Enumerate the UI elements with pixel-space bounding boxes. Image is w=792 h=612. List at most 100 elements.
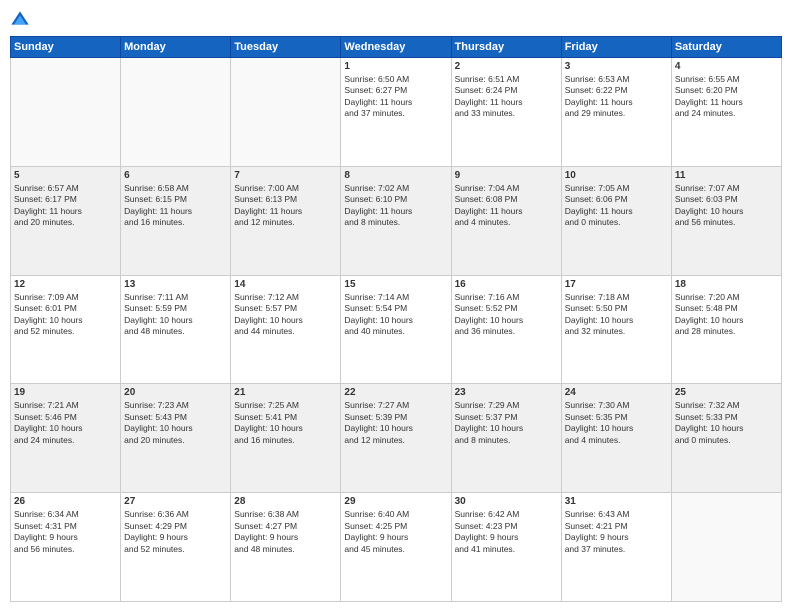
- day-number: 24: [565, 387, 668, 398]
- day-cell: 30Sunrise: 6:42 AM Sunset: 4:23 PM Dayli…: [451, 493, 561, 602]
- calendar-page: SundayMondayTuesdayWednesdayThursdayFrid…: [0, 0, 792, 612]
- day-number: 29: [344, 496, 447, 507]
- day-cell: 11Sunrise: 7:07 AM Sunset: 6:03 PM Dayli…: [671, 166, 781, 275]
- day-header-monday: Monday: [121, 37, 231, 58]
- day-number: 16: [455, 279, 558, 290]
- day-header-wednesday: Wednesday: [341, 37, 451, 58]
- day-number: 22: [344, 387, 447, 398]
- day-cell: 27 Sunrise: 6:36 AM Sunset: 4:29 PM Dayli…: [121, 493, 231, 602]
- day-info: Sunrise: 7:27 AM Sunset: 5:39 PM Dayligh…: [344, 400, 447, 446]
- day-header-thursday: Thursday: [451, 37, 561, 58]
- day-number: 17: [565, 279, 668, 290]
- day-number: 15: [344, 279, 447, 290]
- week-row-4: 19 Sunrise: 7:21 AM Sunset: 5:46 PM Dayli…: [11, 384, 782, 493]
- day-info: Sunrise: 7:29 AM Sunset: 5:37 PM Dayligh…: [455, 400, 558, 446]
- day-number: 11: [675, 170, 778, 181]
- day-number: 3: [565, 61, 668, 72]
- day-info: Sunrise: 6:57 AM Sunset: 6:17 PM Dayligh…: [14, 183, 117, 229]
- day-number: 6: [124, 170, 227, 181]
- day-number: 21: [234, 387, 337, 398]
- day-cell: 16 Sunrise: 7:16 AM Sunset: 5:52 PM Dayli…: [451, 275, 561, 384]
- day-info: Sunrise: 6:40 AM Sunset: 4:25 PM Dayligh…: [344, 509, 447, 555]
- day-cell: 12 Sunrise: 7:09 AM Sunset: 6:01 PM Dayli…: [11, 275, 121, 384]
- day-info: Sunrise: 7:09 AM Sunset: 6:01 PM Dayligh…: [14, 292, 117, 338]
- day-info: Sunrise: 7:04 AM Sunset: 6:08 PM Dayligh…: [455, 183, 558, 229]
- day-info: Sunrise: 7:23 AM Sunset: 5:43 PM Dayligh…: [124, 400, 227, 446]
- week-row-1: 1 Sunrise: 6:50 AM Sunset: 6:27 PM Daylig…: [11, 58, 782, 167]
- day-header-tuesday: Tuesday: [231, 37, 341, 58]
- day-cell: 1 Sunrise: 6:50 AM Sunset: 6:27 PM Daylig…: [341, 58, 451, 167]
- day-number: 12: [14, 279, 117, 290]
- day-info: Sunrise: 7:21 AM Sunset: 5:46 PM Dayligh…: [14, 400, 117, 446]
- day-info: Sunrise: 7:25 AM Sunset: 5:41 PM Dayligh…: [234, 400, 337, 446]
- day-info: Sunrise: 6:58 AM Sunset: 6:15 PM Dayligh…: [124, 183, 227, 229]
- day-number: 20: [124, 387, 227, 398]
- day-cell: 7Sunrise: 7:00 AM Sunset: 6:13 PM Daylig…: [231, 166, 341, 275]
- day-number: 28: [234, 496, 337, 507]
- day-info: Sunrise: 6:50 AM Sunset: 6:27 PM Dayligh…: [344, 74, 447, 120]
- day-cell: 25 Sunrise: 7:32 AM Sunset: 5:33 PM Dayli…: [671, 384, 781, 493]
- day-number: 31: [565, 496, 668, 507]
- day-cell: 14 Sunrise: 7:12 AM Sunset: 5:57 PM Dayli…: [231, 275, 341, 384]
- day-info: Sunrise: 7:32 AM Sunset: 5:33 PM Dayligh…: [675, 400, 778, 446]
- day-info: Sunrise: 7:02 AM Sunset: 6:10 PM Dayligh…: [344, 183, 447, 229]
- day-cell: 8 Sunrise: 7:02 AM Sunset: 6:10 PM Daylig…: [341, 166, 451, 275]
- day-info: Sunrise: 6:42 AM Sunset: 4:23 PM Dayligh…: [455, 509, 558, 555]
- day-info: Sunrise: 6:51 AM Sunset: 6:24 PM Dayligh…: [455, 74, 558, 120]
- day-number: 27: [124, 496, 227, 507]
- day-number: 8: [344, 170, 447, 181]
- day-cell: 22 Sunrise: 7:27 AM Sunset: 5:39 PM Dayli…: [341, 384, 451, 493]
- day-cell: 28Sunrise: 6:38 AM Sunset: 4:27 PM Dayli…: [231, 493, 341, 602]
- day-info: Sunrise: 6:34 AM Sunset: 4:31 PM Dayligh…: [14, 509, 117, 555]
- day-info: Sunrise: 7:30 AM Sunset: 5:35 PM Dayligh…: [565, 400, 668, 446]
- day-number: 13: [124, 279, 227, 290]
- day-cell: 3 Sunrise: 6:53 AM Sunset: 6:22 PM Daylig…: [561, 58, 671, 167]
- day-cell: 24 Sunrise: 7:30 AM Sunset: 5:35 PM Dayli…: [561, 384, 671, 493]
- day-number: 2: [455, 61, 558, 72]
- day-cell: 5 Sunrise: 6:57 AM Sunset: 6:17 PM Daylig…: [11, 166, 121, 275]
- week-row-2: 5 Sunrise: 6:57 AM Sunset: 6:17 PM Daylig…: [11, 166, 782, 275]
- day-info: Sunrise: 7:12 AM Sunset: 5:57 PM Dayligh…: [234, 292, 337, 338]
- week-row-3: 12 Sunrise: 7:09 AM Sunset: 6:01 PM Dayli…: [11, 275, 782, 384]
- day-number: 9: [455, 170, 558, 181]
- day-cell: 10Sunrise: 7:05 AM Sunset: 6:06 PM Dayli…: [561, 166, 671, 275]
- day-cell: 18Sunrise: 7:20 AM Sunset: 5:48 PM Dayli…: [671, 275, 781, 384]
- logo-icon: [10, 10, 30, 30]
- day-cell: [231, 58, 341, 167]
- day-cell: 23Sunrise: 7:29 AM Sunset: 5:37 PM Dayli…: [451, 384, 561, 493]
- day-number: 4: [675, 61, 778, 72]
- day-cell: 21 Sunrise: 7:25 AM Sunset: 5:41 PM Dayli…: [231, 384, 341, 493]
- header: [10, 10, 782, 30]
- day-info: Sunrise: 6:43 AM Sunset: 4:21 PM Dayligh…: [565, 509, 668, 555]
- calendar-table: SundayMondayTuesdayWednesdayThursdayFrid…: [10, 36, 782, 602]
- day-number: 14: [234, 279, 337, 290]
- day-info: Sunrise: 7:16 AM Sunset: 5:52 PM Dayligh…: [455, 292, 558, 338]
- day-cell: 15Sunrise: 7:14 AM Sunset: 5:54 PM Dayli…: [341, 275, 451, 384]
- day-info: Sunrise: 7:11 AM Sunset: 5:59 PM Dayligh…: [124, 292, 227, 338]
- day-number: 26: [14, 496, 117, 507]
- day-cell: [671, 493, 781, 602]
- day-header-saturday: Saturday: [671, 37, 781, 58]
- day-number: 18: [675, 279, 778, 290]
- day-cell: 13 Sunrise: 7:11 AM Sunset: 5:59 PM Dayli…: [121, 275, 231, 384]
- day-cell: 29 Sunrise: 6:40 AM Sunset: 4:25 PM Dayli…: [341, 493, 451, 602]
- day-number: 5: [14, 170, 117, 181]
- day-info: Sunrise: 7:18 AM Sunset: 5:50 PM Dayligh…: [565, 292, 668, 338]
- day-number: 19: [14, 387, 117, 398]
- day-cell: 6 Sunrise: 6:58 AM Sunset: 6:15 PM Daylig…: [121, 166, 231, 275]
- header-row: SundayMondayTuesdayWednesdayThursdayFrid…: [11, 37, 782, 58]
- week-row-5: 26 Sunrise: 6:34 AM Sunset: 4:31 PM Dayli…: [11, 493, 782, 602]
- day-number: 25: [675, 387, 778, 398]
- day-info: Sunrise: 6:53 AM Sunset: 6:22 PM Dayligh…: [565, 74, 668, 120]
- day-cell: 31 Sunrise: 6:43 AM Sunset: 4:21 PM Dayli…: [561, 493, 671, 602]
- day-cell: 20 Sunrise: 7:23 AM Sunset: 5:43 PM Dayli…: [121, 384, 231, 493]
- day-cell: 26 Sunrise: 6:34 AM Sunset: 4:31 PM Dayli…: [11, 493, 121, 602]
- day-cell: 4Sunrise: 6:55 AM Sunset: 6:20 PM Daylig…: [671, 58, 781, 167]
- day-cell: 2 Sunrise: 6:51 AM Sunset: 6:24 PM Daylig…: [451, 58, 561, 167]
- day-header-friday: Friday: [561, 37, 671, 58]
- day-info: Sunrise: 6:36 AM Sunset: 4:29 PM Dayligh…: [124, 509, 227, 555]
- day-number: 1: [344, 61, 447, 72]
- day-number: 10: [565, 170, 668, 181]
- day-cell: 19 Sunrise: 7:21 AM Sunset: 5:46 PM Dayli…: [11, 384, 121, 493]
- day-cell: [121, 58, 231, 167]
